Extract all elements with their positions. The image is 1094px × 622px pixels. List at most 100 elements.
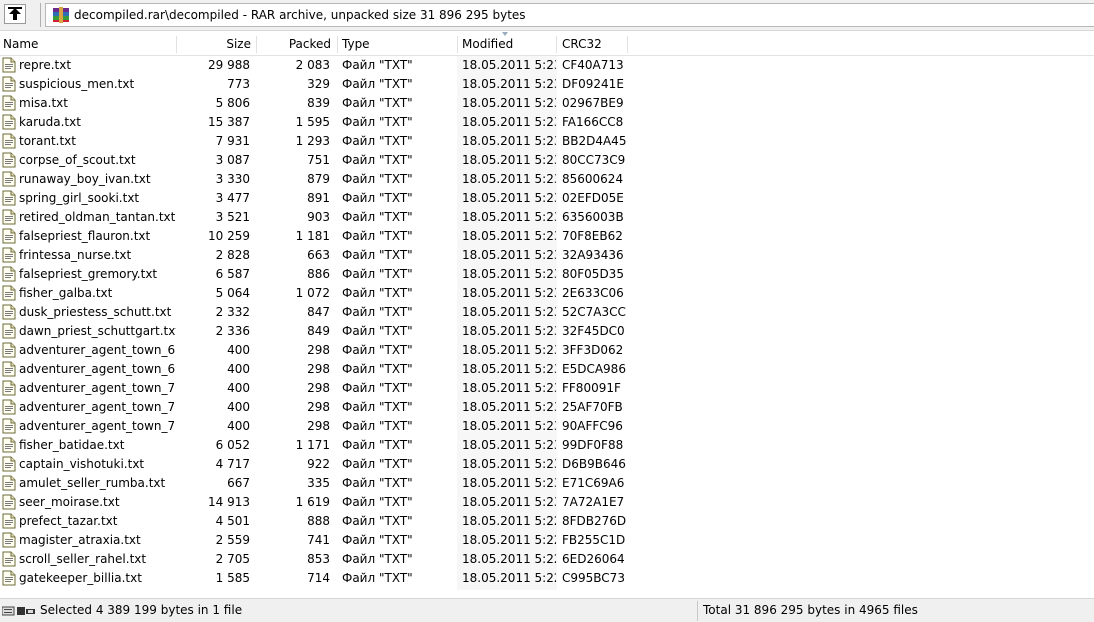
file-size: 5 064 (215, 286, 250, 300)
file-packed: 879 (307, 172, 330, 186)
file-row[interactable]: gatekeeper_billia.txt 1 585 714 Файл "TXT" 1… (0, 569, 1094, 588)
file-row[interactable]: adventurer_agent_town_71.... 400 298 Файл "… (0, 398, 1094, 417)
file-row[interactable]: torant.txt 7 931 1 293 Файл "TXT" 18.05.2011… (0, 132, 1094, 151)
text-file-icon (2, 570, 16, 586)
file-modified: 18.05.2011 5:22... (462, 514, 556, 528)
up-folder-button[interactable] (4, 4, 26, 24)
file-name: corpse_of_scout.txt (19, 153, 136, 167)
file-modified: 18.05.2011 5:23... (462, 343, 556, 357)
file-packed: 751 (307, 153, 330, 167)
column-divider[interactable] (627, 36, 628, 53)
text-file-icon (2, 57, 16, 73)
column-modified[interactable]: Modified (459, 33, 557, 55)
file-modified: 18.05.2011 5:23... (462, 153, 556, 167)
file-size: 667 (227, 476, 250, 490)
file-type: Файл "TXT" (342, 514, 413, 528)
column-crc32[interactable]: CRC32 (559, 33, 627, 55)
file-size: 3 330 (215, 172, 250, 186)
file-crc32: BB2D4A45 (562, 134, 626, 148)
text-file-icon (2, 95, 16, 111)
file-packed: 714 (307, 571, 330, 585)
file-modified: 18.05.2011 5:23... (462, 457, 556, 471)
toolbar-separator (40, 3, 41, 27)
column-packed[interactable]: Packed (256, 33, 336, 55)
file-row[interactable]: retired_oldman_tantan.txt 3 521 903 Файл "T… (0, 208, 1094, 227)
text-file-icon (2, 228, 16, 244)
file-name: falsepriest_flauron.txt (19, 229, 151, 243)
file-size: 400 (227, 343, 250, 357)
file-row[interactable]: amulet_seller_rumba.txt 667 335 Файл "TXT" 1… (0, 474, 1094, 493)
column-size[interactable]: Size (176, 33, 256, 55)
file-row[interactable]: falsepriest_gremory.txt 6 587 886 Файл "TXT… (0, 265, 1094, 284)
file-row[interactable]: runaway_boy_ivan.txt 3 330 879 Файл "TXT" 18… (0, 170, 1094, 189)
column-type[interactable]: Type (339, 33, 457, 55)
file-modified: 18.05.2011 5:23... (462, 438, 556, 452)
file-row[interactable]: scroll_seller_rahel.txt 2 705 853 Файл "TXT… (0, 550, 1094, 569)
column-name[interactable]: Name (0, 33, 176, 55)
file-name: falsepriest_gremory.txt (19, 267, 158, 281)
file-modified: 18.05.2011 5:23... (462, 305, 556, 319)
file-size: 400 (227, 400, 250, 414)
column-divider[interactable] (457, 36, 458, 53)
file-row[interactable]: repre.txt 29 988 2 083 Файл "TXT" 18.05.2011… (0, 56, 1094, 75)
file-modified: 18.05.2011 5:23... (462, 400, 556, 414)
file-size: 773 (227, 77, 250, 91)
file-modified: 18.05.2011 5:22... (462, 533, 556, 547)
column-divider[interactable] (337, 36, 338, 53)
file-name: dusk_priestess_schutt.txt (19, 305, 172, 319)
file-modified: 18.05.2011 5:23... (462, 172, 556, 186)
column-divider[interactable] (556, 36, 557, 53)
file-type: Файл "TXT" (342, 476, 413, 490)
file-type: Файл "TXT" (342, 419, 413, 433)
file-size: 2 559 (215, 533, 250, 547)
file-row[interactable]: adventurer_agent_town_69.... 400 298 Файл "… (0, 360, 1094, 379)
file-row[interactable]: suspicious_men.txt 773 329 Файл "TXT" 18.05.… (0, 75, 1094, 94)
file-row[interactable]: frintessa_nurse.txt 2 828 663 Файл "TXT" 18.… (0, 246, 1094, 265)
file-modified: 18.05.2011 5:23... (462, 419, 556, 433)
text-file-icon (2, 114, 16, 130)
file-row[interactable]: dawn_priest_schuttgart.txt 2 336 849 Файл "… (0, 322, 1094, 341)
file-row[interactable]: karuda.txt 15 387 1 595 Файл "TXT" 18.05.201… (0, 113, 1094, 132)
file-packed: 298 (307, 381, 330, 395)
file-row[interactable]: seer_moirase.txt 14 913 1 619 Файл "TXT" 18.… (0, 493, 1094, 512)
text-file-icon (2, 342, 16, 358)
file-row[interactable]: adventurer_agent_town_72.... 400 298 Файл "… (0, 417, 1094, 436)
file-crc32: FF80091F (562, 381, 621, 395)
file-name: repre.txt (19, 58, 72, 72)
file-row[interactable]: corpse_of_scout.txt 3 087 751 Файл "TXT" 18.… (0, 151, 1094, 170)
text-file-icon (2, 171, 16, 187)
file-row[interactable]: captain_vishotuki.txt 4 717 922 Файл "TXT" 1… (0, 455, 1094, 474)
file-modified: 18.05.2011 5:23... (462, 267, 556, 281)
path-text: decompiled.rar\decompiled - RAR archive,… (74, 8, 526, 22)
text-file-icon (2, 133, 16, 149)
file-row[interactable]: falsepriest_flauron.txt 10 259 1 181 Файл "… (0, 227, 1094, 246)
file-type: Файл "TXT" (342, 552, 413, 566)
file-row[interactable]: fisher_batidae.txt 6 052 1 171 Файл "TXT" 18… (0, 436, 1094, 455)
file-row[interactable]: misa.txt 5 806 839 Файл "TXT" 18.05.2011 5:2… (0, 94, 1094, 113)
file-packed: 903 (307, 210, 330, 224)
file-size: 6 587 (215, 267, 250, 281)
file-row[interactable]: adventurer_agent_town_68.... 400 298 Файл "… (0, 341, 1094, 360)
file-packed: 298 (307, 419, 330, 433)
file-row[interactable]: spring_girl_sooki.txt 3 477 891 Файл "TXT" 1… (0, 189, 1094, 208)
file-crc32: E71C69A6 (562, 476, 625, 490)
path-field[interactable]: decompiled.rar\decompiled - RAR archive,… (45, 3, 1094, 27)
file-row[interactable]: fisher_galba.txt 5 064 1 072 Файл "TXT" 18.0… (0, 284, 1094, 303)
text-file-icon (2, 551, 16, 567)
file-crc32: 02967BE9 (562, 96, 624, 110)
selected-info: Selected 4 389 199 bytes in 1 file (40, 603, 243, 617)
drive-icons[interactable] (2, 605, 36, 617)
file-name: fisher_batidae.txt (19, 438, 125, 452)
file-modified: 18.05.2011 5:23... (462, 77, 556, 91)
file-crc32: 3FF3D062 (562, 343, 624, 357)
file-list[interactable]: repre.txt 29 988 2 083 Файл "TXT" 18.05.2011… (0, 56, 1094, 590)
file-name: fisher_galba.txt (19, 286, 113, 300)
file-row[interactable]: magister_atraxia.txt 2 559 741 Файл "TXT" 18… (0, 531, 1094, 550)
rar-archive-icon (53, 7, 69, 23)
file-row[interactable]: dusk_priestess_schutt.txt 2 332 847 Файл "T… (0, 303, 1094, 322)
file-row[interactable]: prefect_tazar.txt 4 501 888 Файл "TXT" 18.05… (0, 512, 1094, 531)
file-name: karuda.txt (19, 115, 81, 129)
text-file-icon (2, 323, 16, 339)
file-packed: 1 181 (295, 229, 330, 243)
file-row[interactable]: adventurer_agent_town_70.... 400 298 Файл "… (0, 379, 1094, 398)
